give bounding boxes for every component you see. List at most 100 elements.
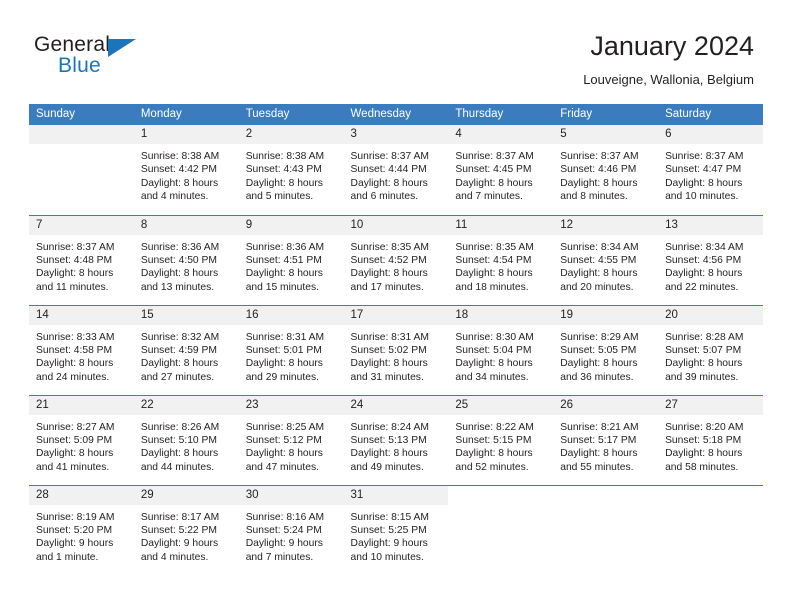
daylight-text: Daylight: 8 hours: [140, 358, 219, 370]
daylight-text: and 24 minutes.: [36, 371, 110, 383]
calendar-day-cell[interactable]: 28 Sunrise: 8:19 AM Sunset: 5:20 PM Dayligh…: [29, 484, 134, 575]
calendar-day-cell[interactable]: 5 Sunrise: 8:37 AM Sunset: 4:46 PM Daylight…: [553, 125, 659, 215]
day-number: 29: [133, 485, 239, 505]
day-number: 28: [29, 485, 134, 505]
calendar-day-cell[interactable]: 6 Sunrise: 8:37 AM Sunset: 4:47 PM Daylight…: [658, 125, 763, 215]
daylight-text: Daylight: 8 hours: [665, 268, 743, 280]
sunset-text: Sunset: 4:46 PM: [560, 164, 637, 176]
sunset-text: Sunset: 4:47 PM: [665, 164, 742, 176]
daylight-text: Daylight: 8 hours: [36, 358, 114, 370]
day-number: 13: [658, 215, 763, 235]
sunset-text: Sunset: 5:18 PM: [665, 434, 742, 446]
calendar-day-cell[interactable]: 3 Sunrise: 8:37 AM Sunset: 4:44 PM Daylight…: [343, 125, 449, 215]
daylight-text: and 10 minutes.: [665, 191, 739, 203]
calendar-day-cell[interactable]: 10 Sunrise: 8:35 AM Sunset: 4:52 PM Dayligh…: [343, 214, 449, 305]
sunrise-text: Sunrise: 8:36 AM: [140, 241, 220, 253]
day-details: Sunrise: 8:19 AM Sunset: 5:20 PM Daylight:…: [29, 505, 134, 565]
day-details: Sunrise: 8:15 AM Sunset: 5:25 PM Daylight:…: [344, 505, 449, 565]
calendar-cell-empty: [658, 484, 763, 575]
daylight-text: and 49 minutes.: [350, 461, 424, 473]
day-details: Sunrise: 8:31 AM Sunset: 5:01 PM Daylight:…: [239, 325, 344, 385]
calendar-day-cell[interactable]: 23 Sunrise: 8:25 AM Sunset: 5:12 PM Dayligh…: [238, 394, 344, 485]
day-number: 10: [343, 215, 449, 235]
daylight-text: Daylight: 8 hours: [245, 448, 323, 460]
calendar-day-cell[interactable]: 9 Sunrise: 8:36 AM Sunset: 4:51 PM Daylight…: [238, 214, 344, 305]
day-number: 8: [133, 215, 239, 235]
day-details: Sunrise: 8:33 AM Sunset: 4:58 PM Daylight:…: [29, 325, 134, 385]
weekday-header-monday: Monday: [133, 104, 239, 125]
daylight-text: Daylight: 8 hours: [350, 268, 428, 280]
day-details: [658, 505, 763, 511]
sunrise-text: Sunrise: 8:38 AM: [140, 151, 220, 162]
day-number: 15: [133, 305, 239, 325]
daylight-text: Daylight: 8 hours: [560, 177, 638, 189]
daylight-text: Daylight: 8 hours: [140, 177, 219, 189]
calendar-day-cell[interactable]: 12 Sunrise: 8:34 AM Sunset: 4:55 PM Dayligh…: [553, 214, 659, 305]
calendar-day-cell[interactable]: 25 Sunrise: 8:22 AM Sunset: 5:15 PM Dayligh…: [448, 394, 554, 485]
sunset-text: Sunset: 4:44 PM: [350, 164, 427, 176]
calendar-day-cell[interactable]: 29 Sunrise: 8:17 AM Sunset: 5:22 PM Dayligh…: [133, 484, 239, 575]
day-details: Sunrise: 8:37 AM Sunset: 4:47 PM Daylight:…: [658, 144, 763, 204]
calendar-day-cell[interactable]: 16 Sunrise: 8:31 AM Sunset: 5:01 PM Dayligh…: [238, 304, 344, 395]
sunset-text: Sunset: 5:24 PM: [245, 524, 322, 536]
sunrise-text: Sunrise: 8:24 AM: [350, 421, 429, 433]
calendar-day-cell[interactable]: 4 Sunrise: 8:37 AM Sunset: 4:45 PM Daylight…: [448, 125, 554, 215]
weekday-header-sunday: Sunday: [29, 104, 134, 125]
daylight-text: and 11 minutes.: [36, 281, 109, 293]
day-number: 4: [448, 125, 554, 144]
sunset-text: Sunset: 5:04 PM: [455, 344, 532, 356]
calendar-day-cell[interactable]: 18 Sunrise: 8:30 AM Sunset: 5:04 PM Dayligh…: [448, 304, 554, 395]
day-details: Sunrise: 8:16 AM Sunset: 5:24 PM Daylight:…: [239, 505, 344, 565]
calendar-day-cell[interactable]: 26 Sunrise: 8:21 AM Sunset: 5:17 PM Dayligh…: [553, 394, 659, 485]
calendar-day-cell[interactable]: 20 Sunrise: 8:28 AM Sunset: 5:07 PM Dayligh…: [658, 304, 763, 395]
daylight-text: and 7 minutes.: [245, 551, 314, 563]
daylight-text: Daylight: 8 hours: [36, 448, 114, 460]
day-number: 6: [658, 125, 763, 144]
calendar-day-cell[interactable]: 8 Sunrise: 8:36 AM Sunset: 4:50 PM Daylight…: [133, 214, 239, 305]
weekday-header-row: Sunday Monday Tuesday Wednesday Thursday Frid…: [29, 104, 763, 125]
calendar-day-cell[interactable]: 2 Sunrise: 8:38 AM Sunset: 4:43 PM Daylight…: [238, 125, 344, 215]
day-number: 5: [553, 125, 659, 144]
calendar-container: Sunday Monday Tuesday Wednesday Thursday Frid…: [29, 104, 763, 575]
sunset-text: Sunset: 4:51 PM: [245, 254, 322, 266]
calendar-day-cell[interactable]: 13 Sunrise: 8:34 AM Sunset: 4:56 PM Dayligh…: [658, 214, 763, 305]
sunrise-text: Sunrise: 8:38 AM: [245, 151, 325, 162]
general-blue-logo[interactable]: General Blue: [34, 33, 164, 85]
daylight-text: and 4 minutes.: [140, 191, 209, 203]
calendar-day-cell[interactable]: 1 Sunrise: 8:38 AM Sunset: 4:42 PM Daylight…: [133, 125, 239, 215]
day-number: 1: [133, 125, 239, 144]
calendar-cell-empty: [29, 125, 134, 215]
calendar-day-cell[interactable]: 31 Sunrise: 8:15 AM Sunset: 5:25 PM Dayligh…: [343, 484, 449, 575]
weekday-header-wednesday: Wednesday: [343, 104, 449, 125]
calendar-day-cell[interactable]: 14 Sunrise: 8:33 AM Sunset: 4:58 PM Dayligh…: [29, 304, 134, 395]
day-details: Sunrise: 8:17 AM Sunset: 5:22 PM Daylight:…: [134, 505, 239, 565]
day-details: Sunrise: 8:34 AM Sunset: 4:56 PM Daylight:…: [658, 235, 763, 295]
calendar-day-cell[interactable]: 7 Sunrise: 8:37 AM Sunset: 4:48 PM Daylight…: [29, 214, 134, 305]
daylight-text: and 55 minutes.: [560, 461, 634, 473]
day-number: 30: [238, 485, 344, 505]
daylight-text: Daylight: 8 hours: [140, 268, 219, 280]
sunrise-text: Sunrise: 8:21 AM: [560, 421, 639, 433]
sunset-text: Sunset: 4:54 PM: [455, 254, 532, 266]
sunset-text: Sunset: 5:07 PM: [665, 344, 742, 356]
calendar-day-cell[interactable]: 17 Sunrise: 8:31 AM Sunset: 5:02 PM Dayligh…: [343, 304, 449, 395]
sunset-text: Sunset: 4:43 PM: [245, 164, 322, 176]
calendar-day-cell[interactable]: 22 Sunrise: 8:26 AM Sunset: 5:10 PM Dayligh…: [133, 394, 239, 485]
calendar-day-cell[interactable]: 27 Sunrise: 8:20 AM Sunset: 5:18 PM Dayligh…: [658, 394, 763, 485]
calendar-day-cell[interactable]: 30 Sunrise: 8:16 AM Sunset: 5:24 PM Dayligh…: [238, 484, 344, 575]
sunrise-text: Sunrise: 8:20 AM: [665, 421, 744, 433]
daylight-text: Daylight: 8 hours: [245, 268, 323, 280]
daylight-text: and 18 minutes.: [455, 281, 529, 293]
sunset-text: Sunset: 5:01 PM: [245, 344, 322, 356]
day-number: 12: [553, 215, 659, 235]
sunrise-text: Sunrise: 8:37 AM: [455, 151, 534, 162]
sunrise-text: Sunrise: 8:28 AM: [665, 331, 744, 343]
calendar-day-cell[interactable]: 21 Sunrise: 8:27 AM Sunset: 5:09 PM Dayligh…: [29, 394, 134, 485]
weekday-header-friday: Friday: [553, 104, 659, 125]
sunrise-text: Sunrise: 8:27 AM: [36, 421, 115, 433]
sunrise-text: Sunrise: 8:34 AM: [665, 241, 744, 253]
calendar-day-cell[interactable]: 19 Sunrise: 8:29 AM Sunset: 5:05 PM Dayligh…: [553, 304, 659, 395]
calendar-day-cell[interactable]: 11 Sunrise: 8:35 AM Sunset: 4:54 PM Dayligh…: [448, 214, 554, 305]
calendar-day-cell[interactable]: 24 Sunrise: 8:24 AM Sunset: 5:13 PM Dayligh…: [343, 394, 449, 485]
calendar-day-cell[interactable]: 15 Sunrise: 8:32 AM Sunset: 4:59 PM Dayligh…: [133, 304, 239, 395]
